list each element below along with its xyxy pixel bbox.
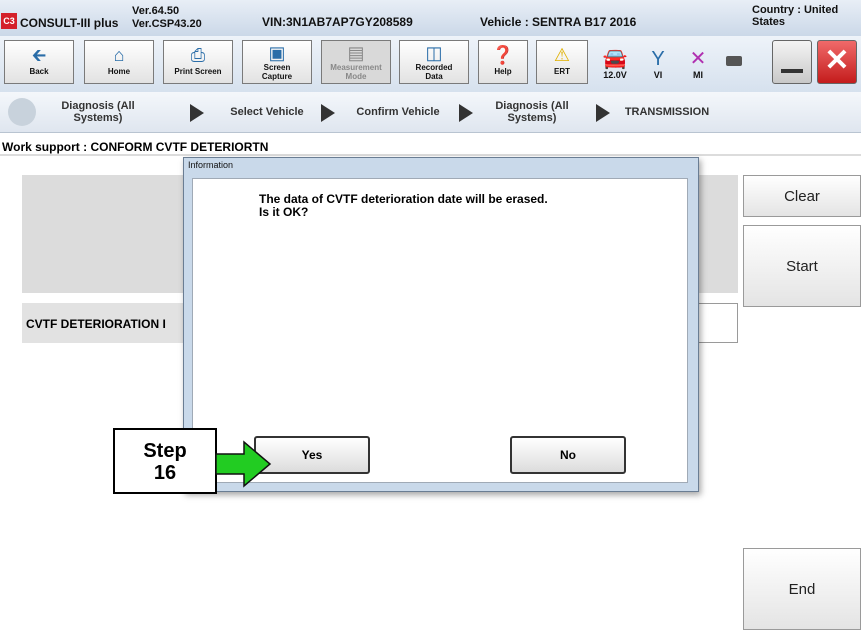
breadcrumb-diagnosis-all-2[interactable]: Diagnosis (All Systems) xyxy=(480,100,584,124)
cvtf-deterioration-label: CVTF DETERIORATION I xyxy=(26,317,166,331)
dialog-message: The data of CVTF deterioration date will… xyxy=(259,192,548,219)
breadcrumb-diagnosis-all[interactable]: Diagnosis (All Systems) xyxy=(42,100,154,124)
camera-icon: ▣ xyxy=(268,43,286,63)
technician-car-icon xyxy=(8,98,36,126)
vi-indicator: Υ VI xyxy=(640,48,676,80)
version-main: Ver.64.50 xyxy=(132,5,180,17)
minimize-icon xyxy=(781,69,803,73)
page-title: Work support : CONFORM CVTF DETERIORTN xyxy=(2,140,269,154)
title-bar: C3 CONSULT-III plus Ver.64.50 Ver.CSP43.… xyxy=(0,0,861,37)
no-button[interactable]: No xyxy=(510,436,626,474)
step-number: 16 xyxy=(153,462,177,484)
vi-connection-icon: Υ xyxy=(651,48,665,70)
ert-button[interactable]: ⚠ ERT xyxy=(536,40,588,84)
breadcrumb-arrow-icon xyxy=(321,104,335,122)
mi-disconnected-icon: ✕ xyxy=(689,48,707,70)
vehicle-label: Vehicle : SENTRA B17 2016 xyxy=(480,15,637,29)
green-arrow-icon xyxy=(215,440,272,488)
measurement-mode-button[interactable]: ▤ Measurement Mode xyxy=(321,40,391,84)
print-screen-button[interactable]: ⎙ Print Screen xyxy=(163,40,233,84)
back-button[interactable]: 🡰 Back xyxy=(4,40,74,84)
help-button[interactable]: ❓ Help xyxy=(478,40,528,84)
start-button[interactable]: Start xyxy=(743,225,861,307)
home-button[interactable]: ⌂ Home xyxy=(84,40,154,84)
back-arrow-icon: 🡰 xyxy=(31,45,47,65)
country-label-2: States xyxy=(752,16,786,28)
recorded-data-button[interactable]: ◫ Recorded Data xyxy=(399,40,469,84)
breadcrumb-arrow-icon xyxy=(190,104,204,122)
vin-label: VIN:3N1AB7AP7GY208589 xyxy=(262,15,413,29)
battery-icon xyxy=(726,56,742,66)
dialog-title: Information xyxy=(188,160,234,170)
version-csp: Ver.CSP43.20 xyxy=(132,18,202,30)
printer-icon: ⎙ xyxy=(190,45,206,65)
recorded-data-icon: ◫ xyxy=(425,43,443,63)
measurement-icon: ▤ xyxy=(347,43,365,63)
battery-voltage-indicator: 🚘 12.0V xyxy=(594,48,636,80)
home-icon: ⌂ xyxy=(113,45,125,65)
title-divider xyxy=(0,154,861,156)
app-name: CONSULT-III plus xyxy=(20,16,119,30)
help-icon: ❓ xyxy=(491,45,515,65)
car-icon: 🚘 xyxy=(602,48,628,70)
clear-button[interactable]: Clear xyxy=(743,175,861,217)
step-label: Step xyxy=(143,440,187,462)
end-button[interactable]: End xyxy=(743,548,861,630)
consult-logo-icon: C3 xyxy=(1,13,17,29)
breadcrumb-arrow-icon xyxy=(596,104,610,122)
screen-capture-button[interactable]: ▣ Screen Capture xyxy=(242,40,312,84)
mi-indicator: ✕ MI xyxy=(680,48,716,80)
breadcrumb-transmission[interactable]: TRANSMISSION xyxy=(612,106,722,118)
breadcrumb-select-vehicle[interactable]: Select Vehicle xyxy=(214,106,320,118)
breadcrumb: Diagnosis (All Systems) Select Vehicle C… xyxy=(0,92,861,133)
warning-icon: ⚠ xyxy=(553,45,571,65)
country-label: Country : United xyxy=(752,4,839,16)
breadcrumb-confirm-vehicle[interactable]: Confirm Vehicle xyxy=(346,106,450,118)
close-icon: ✕ xyxy=(824,44,850,77)
minimize-button[interactable] xyxy=(772,40,812,84)
step-callout: Step 16 xyxy=(113,428,217,494)
toolbar: 🡰 Back ⌂ Home ⎙ Print Screen ▣ Screen Ca… xyxy=(0,36,861,92)
cvtf-deterioration-value xyxy=(698,303,738,343)
breadcrumb-arrow-icon xyxy=(459,104,473,122)
close-button[interactable]: ✕ xyxy=(817,40,857,84)
